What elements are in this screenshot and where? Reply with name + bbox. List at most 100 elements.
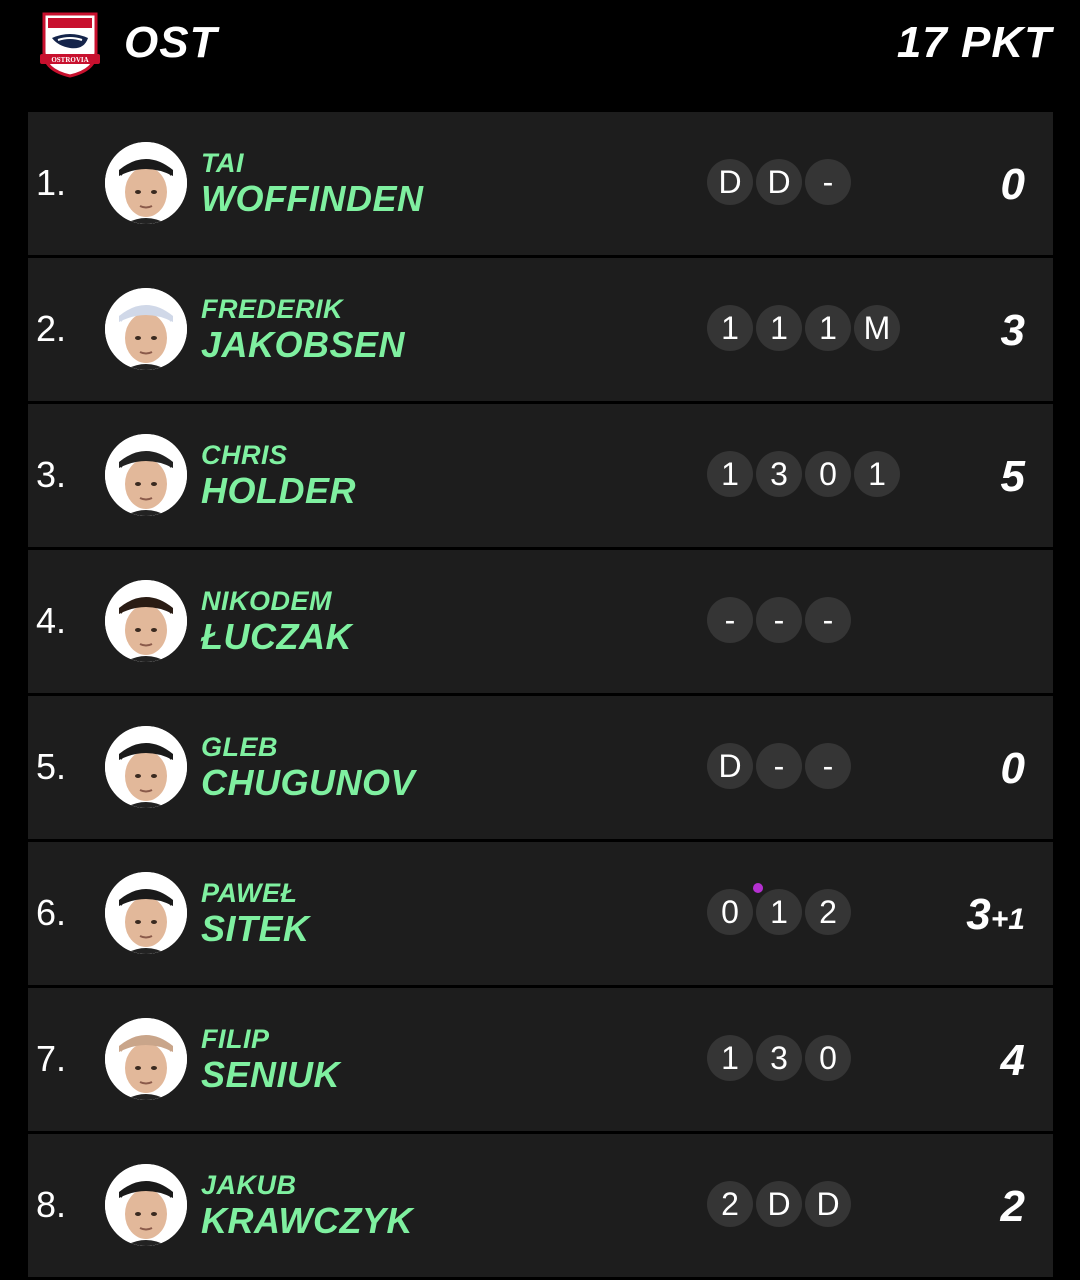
heat-results: 012 <box>707 883 851 935</box>
rider-total-points: 2 <box>1000 1182 1025 1231</box>
rider-total-points: 5 <box>1000 452 1025 501</box>
rider-first-name: FILIP <box>201 1024 270 1054</box>
rider-total-points: 0 <box>1000 744 1025 793</box>
rider-position: 7. <box>36 1038 67 1079</box>
heat-result: D <box>756 1181 802 1227</box>
rider-bonus-points: +1 <box>990 903 1025 936</box>
heat-result: D <box>756 159 802 205</box>
rider-total: 2 <box>1001 1182 1025 1232</box>
heat-result: 1 <box>805 305 851 351</box>
heat-result-value: 1 <box>819 309 837 346</box>
rider-row[interactable]: 1. TAI WOFFINDEN D D -0 <box>28 112 1053 255</box>
heat-result: 0 <box>805 451 851 497</box>
heat-result-value: 2 <box>819 893 837 930</box>
heat-result: - <box>805 597 851 643</box>
heat-result: 2 <box>707 1181 753 1227</box>
heat-result-value: - <box>822 601 834 638</box>
rider-position: 3. <box>36 454 67 495</box>
rider-first-name: PAWEŁ <box>201 878 298 908</box>
rider-avatar <box>105 288 187 370</box>
heat-result: 3 <box>756 1035 802 1081</box>
rider-position: 5. <box>36 746 67 787</box>
rider-avatar <box>105 726 187 808</box>
team-logo: OSTROVIA <box>38 12 102 78</box>
heat-result-value: 1 <box>721 309 739 346</box>
rider-position: 4. <box>36 600 67 641</box>
rider-last-name: HOLDER <box>201 470 356 511</box>
heat-result: 1 <box>707 305 753 351</box>
heat-result-value: D <box>816 1185 840 1222</box>
heat-result-value: D <box>718 163 742 200</box>
rider-first-name: NIKODEM <box>201 586 332 616</box>
heat-result: 0 <box>707 889 753 935</box>
rider-position: 1. <box>36 162 67 203</box>
heat-result: 1 <box>707 451 753 497</box>
heat-result: - <box>805 159 851 205</box>
heat-result-value: D <box>718 747 742 784</box>
heat-results: 130 <box>707 1035 851 1081</box>
heat-result-value: 3 <box>770 455 788 492</box>
rider-position: 2. <box>36 308 67 349</box>
heat-result-value: 0 <box>819 455 837 492</box>
rider-total-points: 3 <box>966 890 991 939</box>
rider-avatar <box>105 434 187 516</box>
heat-result-value: - <box>822 747 834 784</box>
heat-result-value: 1 <box>721 455 739 492</box>
heat-result: 1 <box>753 883 802 935</box>
rider-position: 8. <box>36 1184 67 1225</box>
heat-result-value: D <box>767 163 791 200</box>
rider-last-name: WOFFINDEN <box>201 178 424 219</box>
rider-avatar <box>105 142 187 224</box>
rider-list: 1. TAI WOFFINDEN D D -0 2. FREDERIK JAKOBSEN 1 1 1 M… <box>28 112 1053 1280</box>
heat-result-value: M <box>863 309 891 346</box>
rider-first-name: GLEB <box>201 732 279 762</box>
rider-first-name: CHRIS <box>201 440 288 470</box>
rider-first-name: FREDERIK <box>201 294 344 324</box>
rider-row[interactable]: 3. CHRIS HOLDER 1 3 0 1 5 <box>28 404 1053 547</box>
heat-result-value: - <box>724 601 736 638</box>
heat-results: DD- <box>707 159 851 205</box>
logo-text: OSTROVIA <box>51 56 88 64</box>
heat-results: 111M <box>707 305 900 351</box>
heat-result-value: 0 <box>819 1039 837 1076</box>
rider-last-name: ŁUCZAK <box>201 616 352 657</box>
rider-avatar <box>105 1164 187 1246</box>
heat-results: 1301 <box>707 451 900 497</box>
heat-result-value: 0 <box>721 893 739 930</box>
rider-avatar <box>105 872 187 954</box>
rider-row[interactable]: 4. NIKODEM ŁUCZAK - - - <box>28 550 1053 693</box>
rider-avatar <box>105 1018 187 1100</box>
heat-result: 2 <box>805 889 851 935</box>
heat-results: 2DD <box>707 1181 851 1227</box>
rider-position: 6. <box>36 892 67 933</box>
heat-result: D <box>805 1181 851 1227</box>
rider-total-points: 3 <box>1000 306 1025 355</box>
rider-total: 3 <box>1001 306 1025 356</box>
heat-result-value: - <box>773 601 785 638</box>
rider-row[interactable]: 2. FREDERIK JAKOBSEN 1 1 1 M 3 <box>28 258 1053 401</box>
heat-result-value: 1 <box>721 1039 739 1076</box>
rider-total: 3+1 <box>966 890 1025 940</box>
heat-result: 1 <box>707 1035 753 1081</box>
heat-result: 1 <box>854 451 900 497</box>
team-code: OST <box>124 18 218 67</box>
rider-avatar <box>105 580 187 662</box>
rider-first-name: TAI <box>201 148 244 178</box>
heat-result-value: 3 <box>770 1039 788 1076</box>
rider-row[interactable]: 7. FILIP SENIUK 1 3 0 4 <box>28 988 1053 1131</box>
heat-result: - <box>756 597 802 643</box>
rider-row[interactable]: 6. PAWEŁ SITEK 0 1 2 3+1 <box>28 842 1053 985</box>
heat-result: D <box>707 743 753 789</box>
rider-total: 5 <box>1001 452 1025 502</box>
rider-total: 0 <box>1001 744 1025 794</box>
bonus-indicator-dot <box>753 883 763 893</box>
heat-result: 1 <box>756 305 802 351</box>
rider-row[interactable]: 8. JAKUB KRAWCZYK 2 D D 2 <box>28 1134 1053 1277</box>
rider-total: 0 <box>1001 160 1025 210</box>
rider-first-name: JAKUB <box>201 1170 297 1200</box>
heat-result-value: - <box>773 747 785 784</box>
heat-result: M <box>854 305 900 351</box>
heat-result-value: 1 <box>770 893 788 930</box>
team-header: OSTROVIA OST 17 PKT <box>0 0 1080 95</box>
rider-row[interactable]: 5. GLEB CHUGUNOV D - -0 <box>28 696 1053 839</box>
